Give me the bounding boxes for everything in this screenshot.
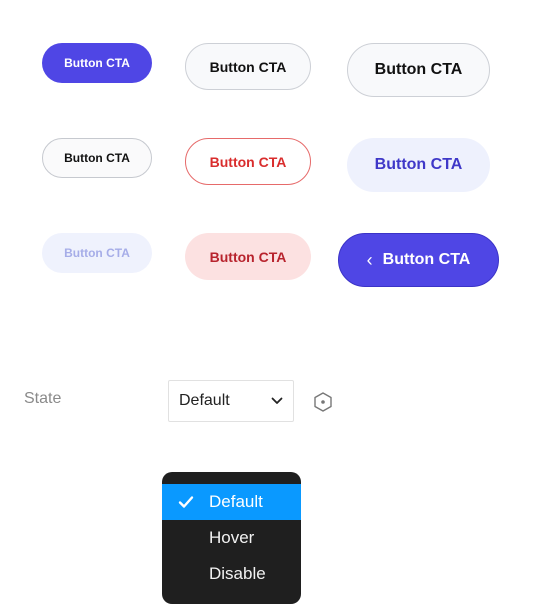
button-cta-soft-large[interactable]: Button CTA — [347, 138, 490, 192]
button-cta-outline-large[interactable]: Button CTA — [347, 43, 490, 97]
button-label: Button CTA — [374, 156, 463, 173]
button-label: Button CTA — [64, 246, 130, 260]
state-dropdown-menu: Default Hover Disable — [162, 472, 301, 604]
state-select-value: Default — [179, 392, 230, 409]
menu-item-disable[interactable]: Disable — [162, 556, 301, 592]
menu-item-label: Hover — [209, 528, 255, 547]
chevron-left-icon: ‹ — [366, 250, 373, 270]
button-label: Button CTA — [374, 61, 463, 78]
check-icon — [178, 494, 194, 510]
state-select[interactable]: Default — [168, 380, 294, 422]
button-cta-disabled-small[interactable]: Button CTA — [42, 233, 152, 273]
button-label: Button CTA — [64, 151, 130, 165]
button-label: Button CTA — [382, 251, 471, 268]
menu-item-hover[interactable]: Hover — [162, 520, 301, 556]
menu-item-label: Default — [209, 492, 263, 511]
hexagon-icon[interactable] — [312, 391, 334, 413]
state-label: State — [24, 390, 62, 407]
button-label: Button CTA — [209, 58, 287, 75]
button-cta-outline-medium[interactable]: Button CTA — [185, 43, 311, 90]
button-cta-primary-with-icon-large[interactable]: ‹ Button CTA — [338, 233, 499, 287]
button-cta-primary-small[interactable]: Button CTA — [42, 43, 152, 83]
button-cta-outline-small[interactable]: Button CTA — [42, 138, 152, 178]
button-cta-danger-soft-medium[interactable]: Button CTA — [185, 233, 311, 280]
menu-item-label: Disable — [209, 564, 266, 583]
chevron-down-icon — [271, 397, 283, 405]
button-cta-danger-outline-medium[interactable]: Button CTA — [185, 138, 311, 185]
button-label: Button CTA — [209, 153, 287, 170]
button-label: Button CTA — [209, 248, 287, 265]
menu-item-default[interactable]: Default — [162, 484, 301, 520]
button-label: Button CTA — [64, 56, 130, 70]
